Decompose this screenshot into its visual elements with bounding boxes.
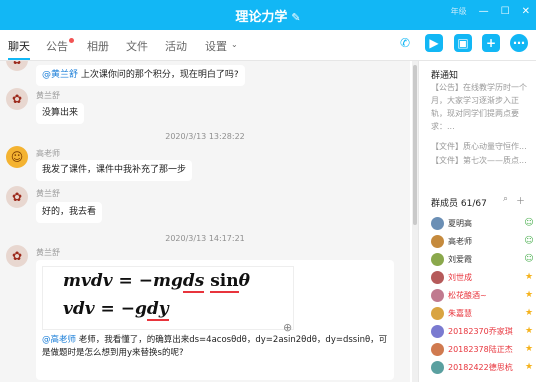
timestamp: 2020/3/13 14:17:21: [165, 234, 245, 243]
sender-name: 高老师: [36, 149, 60, 158]
group-sidebar: 群通知 【公告】在线教学历时一个月，大家学习逐渐步入正轨，现对同学们提两点要求：…: [418, 61, 536, 382]
member-item[interactable]: 刘爱霞 ☺: [431, 250, 535, 268]
notice-title: 群通知: [431, 71, 459, 81]
avatar[interactable]: ✿: [6, 88, 28, 110]
zoom-icon[interactable]: ⊕: [283, 321, 292, 334]
member-item[interactable]: 朱嘉慧 ★: [431, 304, 535, 322]
more-icon[interactable]: ⋯: [510, 34, 528, 52]
member-avatar: [431, 306, 444, 320]
chevron-down-icon[interactable]: ⌄: [231, 40, 238, 49]
avatar[interactable]: ✿: [6, 186, 28, 208]
member-name: 高老师: [448, 236, 472, 246]
maximize-button[interactable]: ☐: [501, 6, 510, 17]
member-name: 刘爱霞: [448, 254, 472, 264]
pencil-icon[interactable]: ✎: [291, 11, 300, 24]
person-icon: ☺: [524, 218, 534, 228]
message-bubble: @黄兰舒 上次课你问的那个积分，现在明白了吗?: [36, 65, 245, 86]
member-item[interactable]: 高老师 ☺: [431, 232, 535, 250]
member-item[interactable]: 刘世成 ★: [431, 268, 535, 286]
avatar[interactable]: ✿: [6, 245, 28, 267]
notice-body[interactable]: 【公告】在线教学历时一个月，大家学习逐渐步入正轨，现对同学们提两点要求：...: [431, 81, 531, 133]
members-title: 群成员 61/67: [431, 199, 487, 209]
sender-name: 黄兰舒: [36, 91, 60, 100]
star-icon: ★: [524, 326, 534, 336]
star-icon: ★: [524, 344, 534, 354]
member-avatar: [431, 270, 444, 284]
message-text: @高老师 老师，我看懂了，的确算出来ds=4acosθdθ，dy=2asin2θ…: [42, 335, 388, 358]
tab-album[interactable]: 相册: [87, 38, 109, 54]
scrollbar-thumb[interactable]: [413, 65, 417, 225]
active-tab-indicator: [8, 58, 30, 60]
member-avatar: [431, 288, 444, 302]
member-name: 松花酿酒~: [448, 290, 487, 300]
add-app-icon[interactable]: +: [482, 34, 500, 52]
member-name: 20182370乔家琪: [448, 326, 513, 336]
title-bar: 理论力学 ✎ 年级 — ☐ ✕: [0, 0, 536, 30]
member-name: 刘世成: [448, 272, 472, 282]
timestamp: 2020/3/13 13:28:22: [165, 132, 245, 141]
member-avatar: [431, 216, 444, 230]
avatar[interactable]: ☺: [6, 146, 28, 168]
close-button[interactable]: ✕: [522, 6, 530, 17]
grade-label: 年级: [450, 7, 467, 16]
file-item[interactable]: 【文件】第七次——质点...: [431, 155, 527, 166]
sender-name: 黄兰舒: [36, 248, 60, 257]
minimize-button[interactable]: —: [479, 6, 489, 17]
file-item[interactable]: 【文件】质心动量守恒作...: [431, 141, 527, 152]
tab-announcements[interactable]: 公告: [46, 38, 68, 54]
member-item[interactable]: 20182378陆正杰 ★: [431, 340, 535, 358]
phone-icon[interactable]: ✆: [396, 34, 414, 52]
member-tools: ⌕ ＋: [503, 194, 525, 207]
tab-chat[interactable]: 聊天: [8, 38, 30, 54]
member-avatar: [431, 360, 444, 374]
tab-activities[interactable]: 活动: [165, 38, 187, 54]
mention-link[interactable]: @黄兰舒: [42, 70, 78, 80]
member-avatar: [431, 252, 444, 266]
member-item[interactable]: 夏明高 ☺: [431, 214, 535, 232]
member-item[interactable]: 20182370乔家琪 ★: [431, 322, 535, 340]
message-bubble: mvdv = −mgds sinθ vdv = −gdy ⊕ @高老师 老师，我…: [36, 260, 394, 380]
message-bubble: 我发了课件，课件中我补充了那一步: [36, 160, 193, 181]
star-icon: ★: [524, 362, 534, 372]
chat-panel: ✿ @黄兰舒 上次课你问的那个积分，现在明白了吗? ✿ 黄兰舒 没算出来 202…: [0, 61, 410, 382]
member-item[interactable]: 松花酿酒~ ★: [431, 286, 535, 304]
formula-line-1: mvdv = −mgds sinθ: [63, 271, 250, 293]
person-icon: ☺: [524, 236, 534, 246]
member-avatar: [431, 342, 444, 356]
star-icon: ★: [524, 272, 534, 282]
tab-bar: 聊天 公告 相册 文件 活动 设置 ⌄ ✆ ▶ ▣ + ⋯: [0, 30, 536, 61]
message-bubble: 没算出来: [36, 103, 85, 124]
member-item[interactable]: 20182422德思杭 ★: [431, 358, 535, 376]
person-icon: ☺: [524, 254, 534, 264]
video-icon[interactable]: ▶: [425, 34, 443, 52]
screen-share-icon[interactable]: ▣: [454, 34, 472, 52]
mention-link[interactable]: @高老师: [42, 335, 76, 345]
formula-line-2: vdv = −gdy: [63, 299, 169, 321]
avatar[interactable]: ✿: [6, 61, 28, 71]
window-controls: 年级 — ☐ ✕: [451, 6, 530, 17]
tab-settings[interactable]: 设置: [205, 38, 227, 54]
tab-files[interactable]: 文件: [126, 38, 148, 54]
member-name: 20182422德思杭: [448, 362, 513, 372]
notification-dot: [69, 38, 74, 43]
message-bubble: 好的，我去看: [36, 202, 103, 223]
formula-image[interactable]: mvdv = −mgds sinθ vdv = −gdy ⊕: [42, 266, 294, 334]
star-icon: ★: [524, 308, 534, 318]
member-name: 20182378陆正杰: [448, 344, 513, 354]
star-icon: ★: [524, 290, 534, 300]
member-name: 夏明高: [448, 218, 472, 228]
add-member-icon[interactable]: ＋: [516, 194, 525, 207]
search-icon[interactable]: ⌕: [503, 194, 508, 207]
member-avatar: [431, 234, 444, 248]
sender-name: 黄兰舒: [36, 189, 60, 198]
member-avatar: [431, 324, 444, 338]
member-name: 朱嘉慧: [448, 308, 472, 318]
